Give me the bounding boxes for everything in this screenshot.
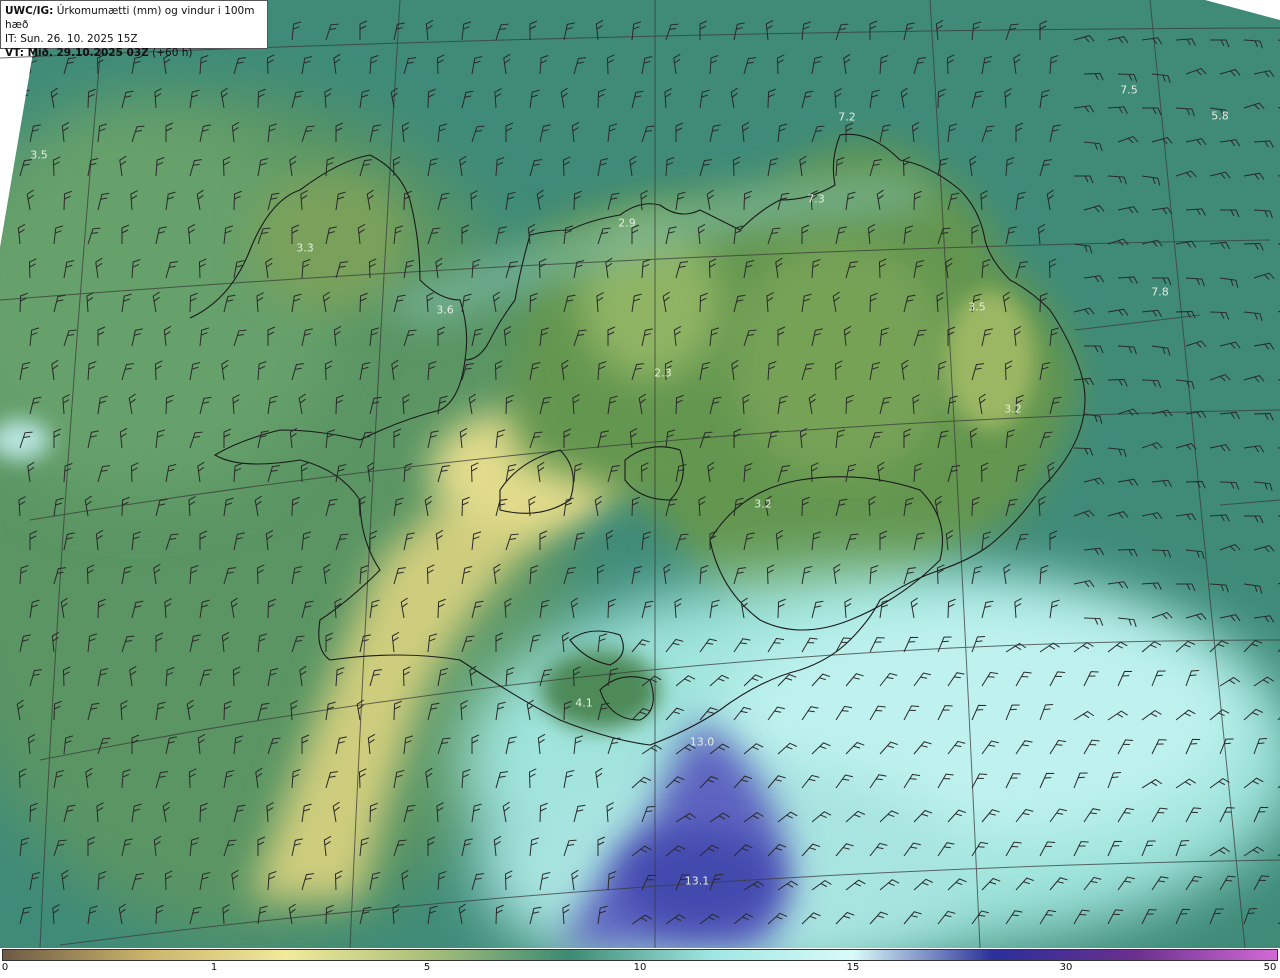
precip-value-label: 5.8 xyxy=(1211,109,1229,123)
precip-value-label: 13.1 xyxy=(684,874,710,888)
colorbar-tick-label: 50 xyxy=(1263,962,1277,973)
initial-time: IT: Sun. 26. 10. 2025 15Z xyxy=(5,33,138,45)
colorbar-tick-label: 10 xyxy=(633,962,647,973)
precipitation-wind-map xyxy=(0,0,1280,948)
colorbar-tick-label: 30 xyxy=(1059,962,1073,973)
precip-value-label: 3.5 xyxy=(968,300,986,314)
precip-value-label: 3.2 xyxy=(754,497,772,511)
precip-value-label: 3.6 xyxy=(436,303,454,317)
colorbar-tick-label: 0 xyxy=(1,962,9,973)
precip-value-label: 7.5 xyxy=(1120,83,1138,97)
colorbar: 0 1 5 10 15 30 50 xyxy=(0,948,1280,978)
precip-value-label: 7.3 xyxy=(807,192,825,206)
colorbar-tick-label: 15 xyxy=(846,962,860,973)
colorbar-strip xyxy=(2,949,1278,961)
map-title-line: UWC/IG: Úrkomumætti (mm) og vindur i 100… xyxy=(5,4,263,32)
precip-value-label: 4.1 xyxy=(575,696,593,710)
precip-value-label: 3.3 xyxy=(296,241,314,255)
model-label: UWC/IG: xyxy=(5,5,54,17)
colorbar-tick-label: 1 xyxy=(210,962,218,973)
precip-value-label: 2.3 xyxy=(654,366,672,380)
colorbar-tick-label: 5 xyxy=(423,962,431,973)
valid-time: VT: Mið. 29.10.2025 03Z xyxy=(5,47,149,59)
map-info-box: UWC/IG: Úrkomumætti (mm) og vindur i 100… xyxy=(0,0,268,59)
precip-value-label: 3.2 xyxy=(1004,402,1022,416)
precip-value-label: 3.5 xyxy=(30,148,48,162)
precip-value-label: 7.8 xyxy=(1151,285,1169,299)
precip-value-label: 2.9 xyxy=(618,216,636,230)
forecast-hour: (+60 h) xyxy=(152,47,193,59)
precip-value-label: 7.2 xyxy=(838,110,856,124)
valid-time-line: VT: Mið. 29.10.2025 03Z (+60 h) xyxy=(5,46,263,60)
precip-value-label: 13.0 xyxy=(689,735,715,749)
